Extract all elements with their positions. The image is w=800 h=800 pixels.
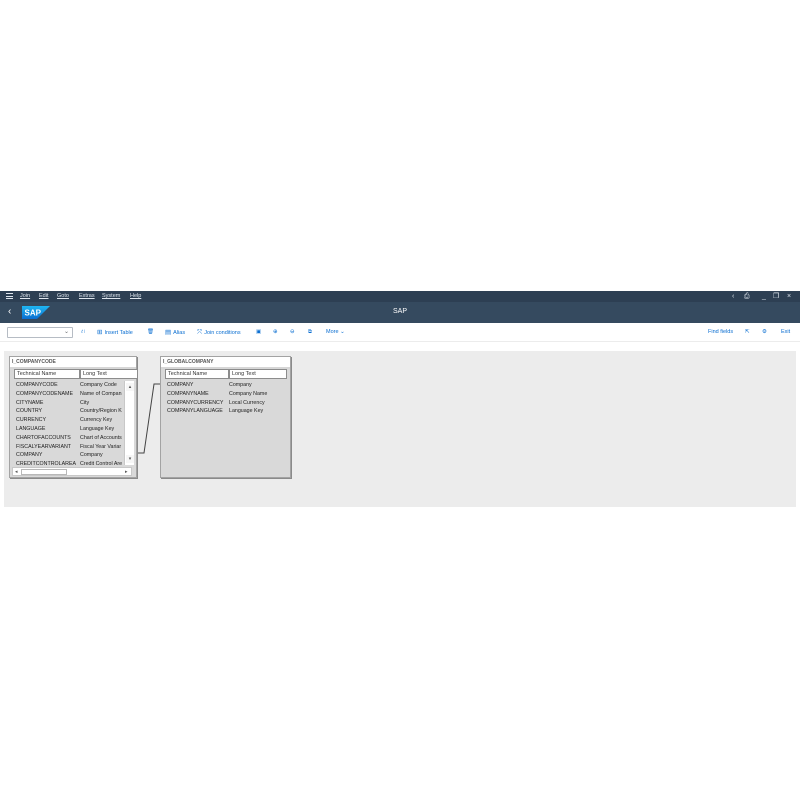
zoom-out-icon[interactable]: ⊖ xyxy=(290,328,295,337)
column-header-long-text[interactable]: Long Text xyxy=(229,369,287,379)
customize-layout-icon[interactable]: ⎙ xyxy=(744,292,750,301)
overview-icon[interactable]: ⧉ xyxy=(308,328,312,337)
title-bar: ‹ SAP SAP xyxy=(0,302,800,323)
field-row[interactable]: FISCALYEARVARIANT Fiscal Year Variar xyxy=(14,443,124,452)
menu-edit[interactable]: Edit xyxy=(39,293,48,300)
minimize-icon[interactable]: _ xyxy=(762,292,766,301)
column-header-technical-name[interactable]: Technical Name xyxy=(14,369,80,379)
column-header-technical-name[interactable]: Technical Name xyxy=(165,369,229,379)
menu-help[interactable]: Help xyxy=(130,293,141,300)
insert-table-icon: ⊞ xyxy=(97,329,103,336)
chevron-down-icon: ⌄ xyxy=(63,329,69,335)
field-technical-name: COMPANYCODENAME xyxy=(16,390,73,397)
column-header-long-text[interactable]: Long Text xyxy=(80,369,138,379)
menu-system[interactable]: System xyxy=(102,293,120,300)
page-title: SAP xyxy=(392,308,407,315)
field-technical-name: COMPANYLANGUAGE xyxy=(167,408,223,415)
field-technical-name: COMPANY xyxy=(167,382,194,388)
more-label: More xyxy=(326,329,339,335)
field-technical-name: COUNTRY xyxy=(16,408,43,415)
zoom-in-icon[interactable]: ⊕ xyxy=(273,328,278,337)
sap-gui-window: Join Edit Goto Extras System Help ‹ ⎙ _ … xyxy=(0,291,800,509)
field-row[interactable]: COMPANYNAME Company Name xyxy=(165,390,289,399)
field-long-text: City xyxy=(80,399,90,406)
field-row[interactable]: COMPANY Company xyxy=(14,451,124,460)
find-fields-button[interactable]: Find fields xyxy=(708,328,733,337)
field-row[interactable]: CURRENCY Currency Key xyxy=(14,416,124,425)
scroll-down-icon[interactable]: ▾ xyxy=(126,455,134,463)
chevron-down-icon: ⌄ xyxy=(340,329,345,335)
share-icon[interactable]: ⇱ xyxy=(745,328,750,337)
field-row[interactable]: COMPANYLANGUAGE Language Key xyxy=(165,407,289,416)
field-technical-name: CITYNAME xyxy=(16,399,44,406)
table-name: I_GLOBALCOMPANY xyxy=(161,357,290,367)
field-long-text: Company xyxy=(80,452,103,459)
field-long-text: Company xyxy=(229,382,252,388)
join-canvas[interactable]: I_COMPANYCODE Technical Name Long Text ⁄… xyxy=(4,351,796,507)
field-long-text: Currency Key xyxy=(80,417,113,424)
close-icon[interactable]: × xyxy=(787,292,791,301)
insert-table-button[interactable]: ⊞ Insert Table xyxy=(97,328,133,338)
field-technical-name: COMPANY xyxy=(16,452,43,459)
field-row[interactable]: CHARTOFACCOUNTS Chart of Accounts xyxy=(14,434,124,443)
horizontal-scrollbar[interactable]: ◂ ▸ xyxy=(12,467,132,476)
join-conditions-button[interactable]: ⤧ Join conditions xyxy=(197,328,241,338)
field-row[interactable]: CITYNAME City xyxy=(14,399,124,408)
field-long-text: Name of Compan xyxy=(80,390,122,397)
restore-icon[interactable]: ❐ xyxy=(773,292,779,301)
table-i-companycode[interactable]: I_COMPANYCODE Technical Name Long Text ⁄… xyxy=(9,356,138,478)
field-technical-name: COMPANYCURRENCY xyxy=(167,399,224,406)
field-row[interactable]: ⁄COMPANYCODECompany Code xyxy=(14,381,124,390)
scroll-up-icon[interactable]: ▴ xyxy=(126,383,134,391)
field-long-text: Chart of Accounts xyxy=(80,434,122,441)
scroll-right-icon[interactable]: ▸ xyxy=(125,468,128,476)
fit-to-screen-icon[interactable]: ▣ xyxy=(256,328,261,337)
alias-button[interactable]: ▤ Alias xyxy=(165,328,185,338)
settings-icon[interactable]: ⚙ xyxy=(762,328,767,337)
field-long-text: Company Code xyxy=(80,382,117,388)
more-button[interactable]: More ⌄ xyxy=(326,328,345,337)
hamburger-menu-icon[interactable] xyxy=(6,293,13,299)
field-row[interactable]: COUNTRY Country/Region K xyxy=(14,407,124,416)
field-row[interactable]: LANGUAGE Language Key xyxy=(14,425,124,434)
delete-icon[interactable]: 🗑 xyxy=(147,328,154,337)
menu-goto[interactable]: Goto xyxy=(57,293,69,300)
scrollbar-thumb[interactable] xyxy=(21,469,67,475)
field-long-text: Language Key xyxy=(80,426,115,432)
join-conditions-icon: ⤧ xyxy=(197,329,203,336)
field-technical-name: COMPANYNAME xyxy=(167,390,209,397)
field-technical-name: COMPANYCODE xyxy=(16,382,58,388)
menu-join[interactable]: Join xyxy=(20,293,30,300)
field-technical-name: CURRENCY xyxy=(16,417,47,424)
field-technical-name: FISCALYEARVARIANT xyxy=(16,443,72,450)
field-long-text: Country/Region K xyxy=(80,408,122,415)
menu-bar: Join Edit Goto Extras System Help ‹ ⎙ _ … xyxy=(0,291,800,302)
chevron-left-icon[interactable]: ‹ xyxy=(732,292,734,301)
field-row[interactable]: COMPANYCODENAME Name of Compan xyxy=(14,390,124,399)
insert-table-label: Insert Table xyxy=(104,330,133,336)
field-long-text: Local Currency xyxy=(229,399,265,406)
view-select-dropdown[interactable]: ⌄ xyxy=(7,327,73,338)
field-long-text: Fiscal Year Variar xyxy=(80,443,122,450)
alias-label: Alias xyxy=(173,330,186,336)
field-long-text: Language Key xyxy=(229,408,264,415)
vertical-scrollbar[interactable]: ▴ ▾ xyxy=(124,381,134,465)
hierarchy-icon[interactable]: ⛙ xyxy=(81,328,85,337)
table-i-globalcompany[interactable]: I_GLOBALCOMPANY Technical Name Long Text… xyxy=(160,356,291,478)
scroll-left-icon[interactable]: ◂ xyxy=(15,468,18,476)
field-row[interactable]: ⁄COMPANYCompany xyxy=(165,381,289,390)
field-row[interactable]: COMPANYCURRENCY Local Currency xyxy=(165,399,289,408)
alias-icon: ▤ xyxy=(165,329,172,336)
field-long-text: Company Name xyxy=(229,390,268,397)
exit-button[interactable]: Exit xyxy=(781,328,790,337)
field-technical-name: LANGUAGE xyxy=(16,426,46,432)
field-technical-name: CHARTOFACCOUNTS xyxy=(16,434,71,441)
application-toolbar: ⌄ ⛙ ⊞ Insert Table 🗑 ▤ Alias ⤧ Join conditi… xyxy=(0,323,800,342)
menu-extras[interactable]: Extras xyxy=(79,293,95,300)
join-conditions-label: Join conditions xyxy=(204,330,241,336)
table-name: I_COMPANYCODE xyxy=(10,357,136,367)
